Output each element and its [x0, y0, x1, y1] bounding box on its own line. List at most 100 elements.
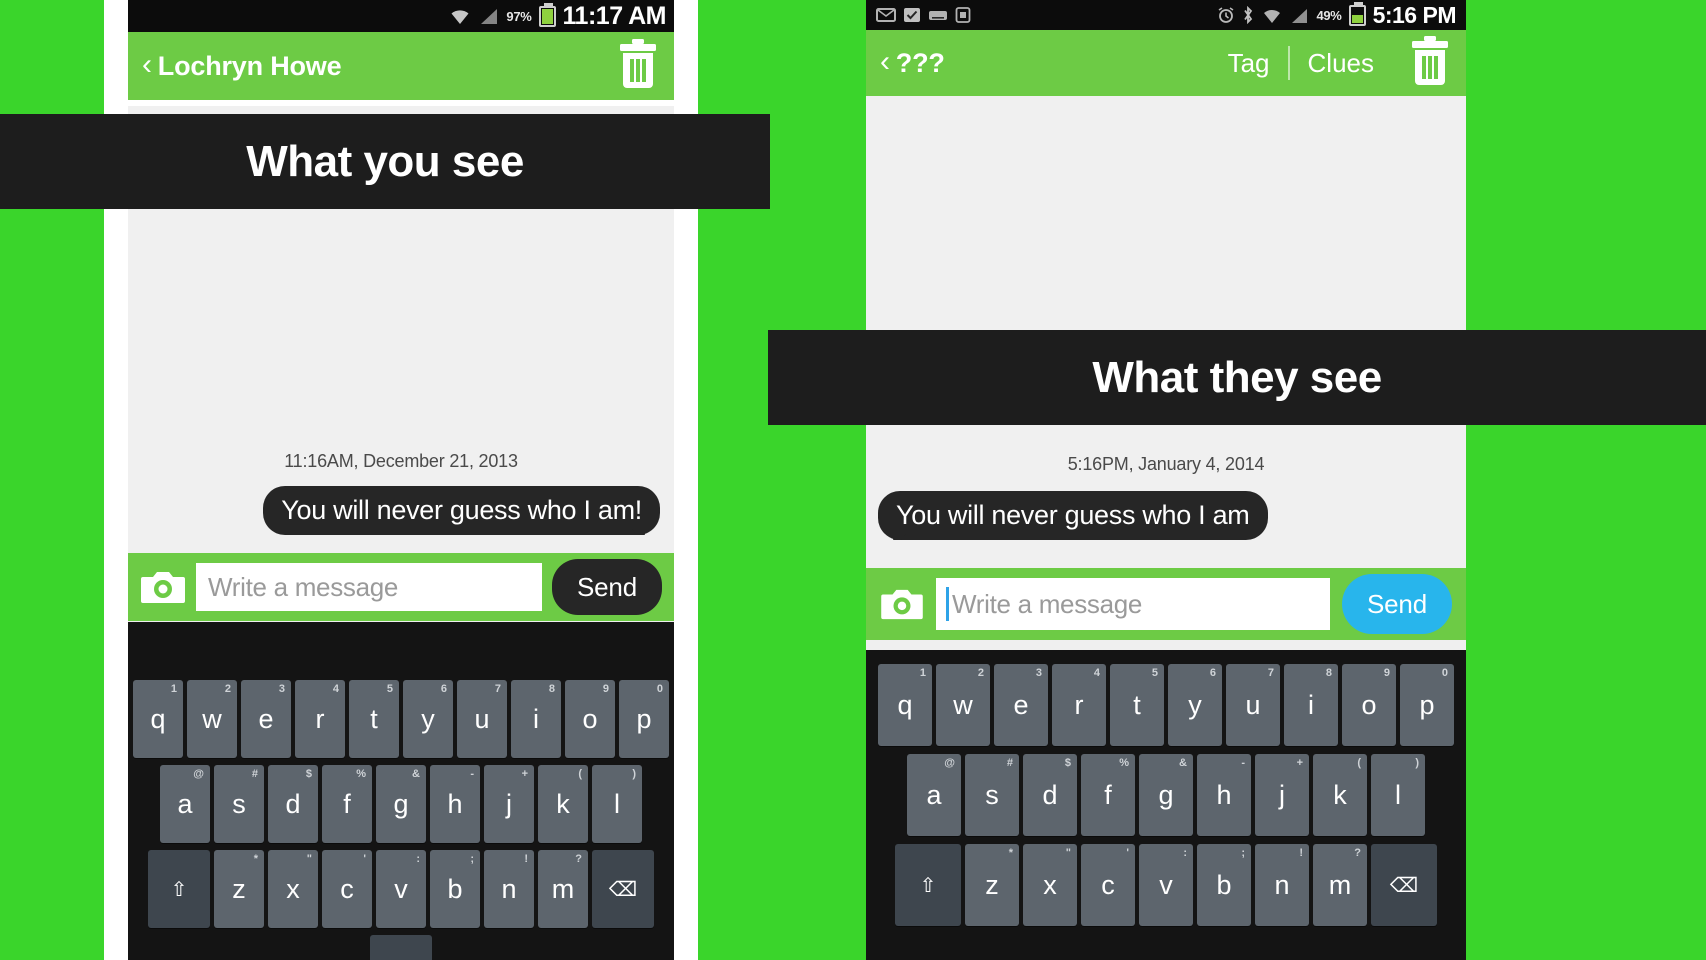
key-w[interactable]: 2w [936, 664, 990, 746]
backspace-key[interactable]: ⌫ [1371, 844, 1437, 926]
key-x[interactable]: " x [1023, 844, 1077, 926]
key-j[interactable]: + j [484, 765, 534, 843]
tag-button[interactable]: Tag [1210, 48, 1288, 79]
comparison-graphic: 97% 11:17 AM ‹ Lochryn Howe 11:16AM, Dec… [0, 0, 1706, 960]
key-k[interactable]: (k [1313, 754, 1367, 836]
key-label: x [1043, 869, 1057, 900]
key-m[interactable]: ? m [538, 850, 588, 928]
key-i[interactable]: 8i [1284, 664, 1338, 746]
key-y[interactable]: 6y [1168, 664, 1222, 746]
key-alt-label: 9 [1383, 667, 1390, 679]
bluetooth-icon [1244, 6, 1253, 24]
key-alt-label: ( [578, 768, 582, 780]
key-label: g [393, 788, 409, 819]
key-b[interactable]: ; b [430, 850, 480, 928]
key-c[interactable]: ' c [322, 850, 372, 928]
key-d[interactable]: $ d [1023, 754, 1077, 836]
key-h[interactable]: -h [430, 765, 480, 843]
key-label: p [636, 703, 652, 734]
key-x[interactable]: " x [268, 850, 318, 928]
key-m[interactable]: ? m [1313, 844, 1367, 926]
sim-icon [955, 7, 971, 23]
key-label: r [315, 703, 325, 734]
clues-button[interactable]: Clues [1290, 48, 1392, 79]
key-p[interactable]: 0p [619, 680, 669, 758]
key-alt-label: ; [1241, 847, 1245, 859]
key-h[interactable]: -h [1197, 754, 1251, 836]
left-keyboard: 1q2w3e4r5t6y7u8i9o0p @ a # s $ d% f & g - h + j(k) l … [128, 622, 674, 960]
key-r[interactable]: 4r [1052, 664, 1106, 746]
key-k[interactable]: (k [538, 765, 588, 843]
key-p[interactable]: 0p [1400, 664, 1454, 746]
trash-icon[interactable] [616, 38, 660, 94]
key-label: c [340, 873, 354, 904]
backspace-key[interactable]: ⌫ [592, 850, 654, 928]
check-icon [904, 8, 920, 22]
right-message-input[interactable]: Write a message [936, 578, 1330, 630]
trash-icon[interactable] [1408, 35, 1452, 91]
key-g[interactable]: & g [1139, 754, 1193, 836]
key-j[interactable]: + j [1255, 754, 1309, 836]
key-w[interactable]: 2w [187, 680, 237, 758]
key-n[interactable]: ! n [484, 850, 534, 928]
key-b[interactable]: ; b [1197, 844, 1251, 926]
key-z[interactable]: * z [965, 844, 1019, 926]
key-q[interactable]: 1q [133, 680, 183, 758]
key-label: d [285, 788, 301, 819]
key-u[interactable]: 7u [457, 680, 507, 758]
left-send-button[interactable]: Send [552, 559, 662, 615]
key-v[interactable]: :v [376, 850, 426, 928]
left-message-bubble: You will never guess who I am! [263, 486, 660, 535]
key-n[interactable]: ! n [1255, 844, 1309, 926]
key-v[interactable]: :v [1139, 844, 1193, 926]
key-q[interactable]: 1q [878, 664, 932, 746]
key-alt-label: 0 [656, 683, 663, 695]
key-t[interactable]: 5t [1110, 664, 1164, 746]
left-message-input[interactable]: Write a message [196, 563, 542, 611]
left-back-button[interactable]: ‹ Lochryn Howe [142, 50, 342, 82]
key-label: x [286, 873, 300, 904]
key-y[interactable]: 6y [403, 680, 453, 758]
key-e[interactable]: 3e [241, 680, 291, 758]
key-r[interactable]: 4r [295, 680, 345, 758]
key-label: j [506, 788, 512, 819]
right-battery-percent: 49% [1316, 7, 1342, 23]
right-status-bar: 49% 5:16 PM [866, 0, 1466, 30]
key-e[interactable]: 3e [994, 664, 1048, 746]
key-label: ⌫ [1389, 874, 1419, 897]
key-i[interactable]: 8i [511, 680, 561, 758]
key-alt-label: $ [1064, 757, 1071, 769]
camera-icon[interactable] [140, 564, 186, 610]
key-z[interactable]: * z [214, 850, 264, 928]
key-a[interactable]: @ a [160, 765, 210, 843]
key-alt-label: 3 [1035, 667, 1042, 679]
shift-key[interactable]: ⇧ [148, 850, 210, 928]
key-l[interactable]: ) l [592, 765, 642, 843]
right-send-button[interactable]: Send [1342, 574, 1452, 634]
key-t[interactable]: 5t [349, 680, 399, 758]
key-f[interactable]: % f [1081, 754, 1135, 836]
right-keyboard: 1q2w3e4r5t6y7u8i9o0p @ a # s $ d% f & g - h + j(k) l … [866, 650, 1466, 960]
key-s[interactable]: # s [965, 754, 1019, 836]
key-d[interactable]: $ d [268, 765, 318, 843]
key-label: ⌫ [608, 878, 638, 901]
key-label: d [1042, 779, 1058, 810]
key-s[interactable]: # s [214, 765, 264, 843]
right-back-button[interactable]: ‹ ??? [880, 47, 945, 79]
key-f[interactable]: % f [322, 765, 372, 843]
key-o[interactable]: 9o [565, 680, 615, 758]
symbols-key[interactable]: 123 [370, 935, 432, 960]
key-u[interactable]: 7u [1226, 664, 1280, 746]
right-message-bubble: You will never guess who I am [878, 491, 1268, 540]
key-g[interactable]: & g [376, 765, 426, 843]
shift-key[interactable]: ⇧ [895, 844, 961, 926]
key-l[interactable]: ) l [1371, 754, 1425, 836]
key-c[interactable]: ' c [1081, 844, 1135, 926]
key-o[interactable]: 9o [1342, 664, 1396, 746]
left-battery-percent: 97% [506, 8, 532, 24]
camera-icon[interactable] [880, 582, 924, 626]
key-label: b [447, 873, 463, 904]
key-alt-label: : [416, 853, 420, 865]
key-label: r [1074, 689, 1084, 720]
key-a[interactable]: @ a [907, 754, 961, 836]
